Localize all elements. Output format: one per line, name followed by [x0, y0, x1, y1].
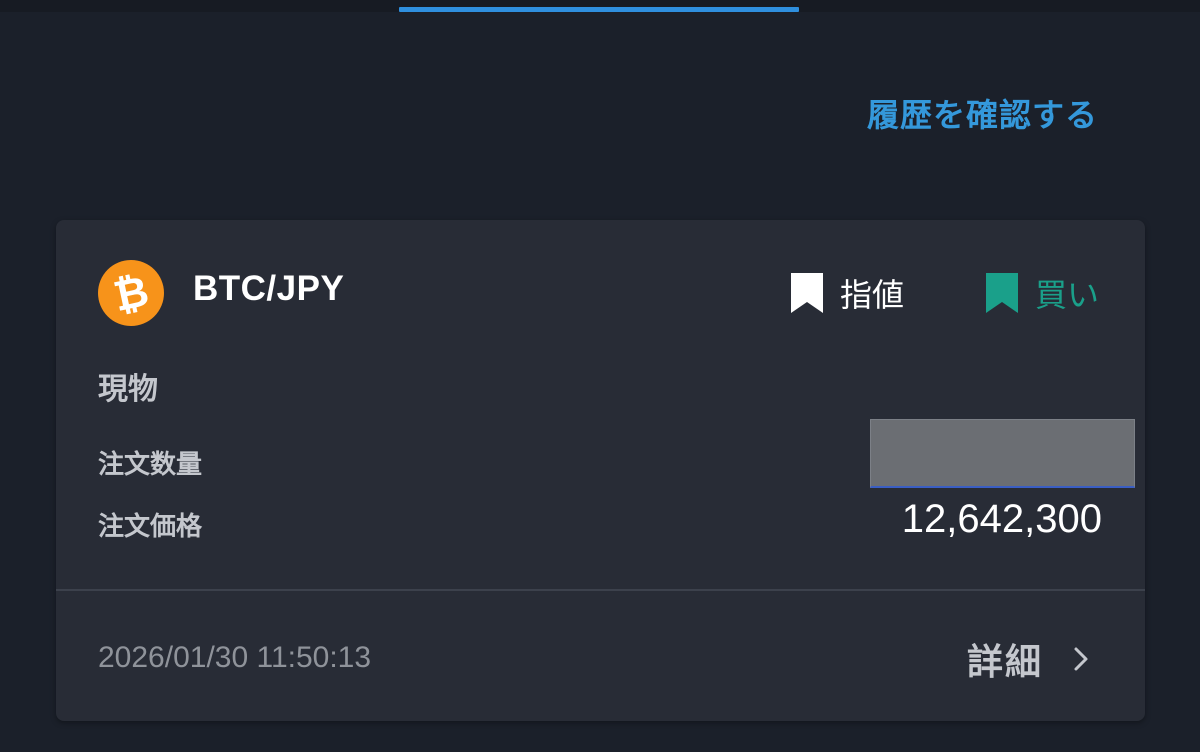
- order-history-screen: 履歴を確認する ₿ BTC/JPY 指値 買い 現物 注文数量 注文価格 12,…: [0, 0, 1200, 752]
- order-type-tag: 指値: [790, 270, 904, 316]
- order-price-label: 注文価格: [98, 512, 203, 542]
- order-type-label: 指値: [840, 276, 905, 314]
- order-card[interactable]: ₿ BTC/JPY 指値 買い 現物 注文数量 注文価格 12,642,300 …: [56, 220, 1145, 721]
- order-side-label: 買い: [1035, 276, 1100, 314]
- market-type: 現物: [98, 372, 158, 407]
- currency-pair: BTC/JPY: [193, 269, 345, 308]
- bookmark-icon: [986, 273, 1018, 313]
- tab-bar: [0, 0, 1200, 12]
- order-side-tag: 買い: [985, 270, 1099, 316]
- details-label: 詳細: [966, 642, 1043, 683]
- details-button[interactable]: 詳細: [967, 633, 1089, 685]
- chevron-right-icon: [1074, 647, 1088, 671]
- order-price-value: 12,642,300: [901, 497, 1102, 541]
- view-history-link[interactable]: 履歴を確認する: [867, 90, 1098, 136]
- bookmark-icon: [791, 273, 823, 313]
- active-tab-indicator: [399, 7, 799, 12]
- card-divider: [56, 589, 1145, 591]
- order-timestamp: 2026/01/30 11:50:13: [98, 641, 372, 674]
- order-quantity-label: 注文数量: [98, 450, 203, 480]
- svg-text:₿: ₿: [111, 269, 151, 317]
- bitcoin-icon: ₿: [98, 260, 164, 326]
- redacted-quantity-value: [870, 419, 1135, 488]
